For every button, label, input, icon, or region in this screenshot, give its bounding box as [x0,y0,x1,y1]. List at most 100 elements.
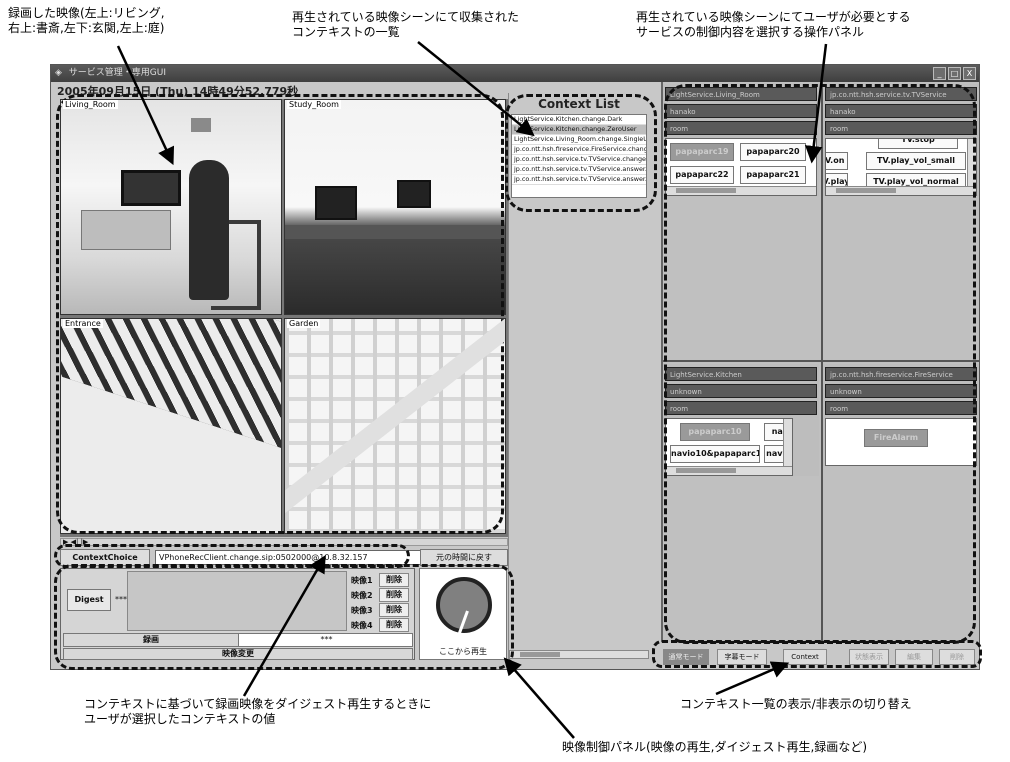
service-user: hanako [825,104,977,118]
context-item[interactable]: jp.co.ntt.hsh.fireservice.FireService.ch… [512,145,646,155]
video-grid: Living_Room Study_Room Entrance Garden [60,99,508,537]
context-choice-value: VPhoneRecClient.change.sip:0502000@10.8.… [159,553,368,562]
record-bar: 録画 *** [63,633,413,647]
context-choice-select[interactable]: VPhoneRecClient.change.sip:0502000@10.8.… [155,550,455,565]
video-seekbar[interactable]: ▶ ◀| |▶ [60,538,508,546]
camera-delete-button[interactable]: 削除 [379,603,409,617]
context-list[interactable]: LightService.Kitchen.change.Dark LightSe… [511,114,647,198]
tile-label: Living_Room [63,100,118,109]
service-panel-living-light: LightService.Living_Room hanako room pap… [663,84,819,196]
title-bar: ◈ サービス管理・専用GUI _ □ X [51,65,979,82]
vertical-scrollbar[interactable] [783,419,792,467]
service-button[interactable]: papaparc21 [740,166,806,184]
service-panel-fire: jp.co.ntt.hsh.fireservice.FireService un… [823,364,979,466]
scroll-thumb[interactable] [676,188,736,193]
rewind-button[interactable]: 元の時間に戻す [420,549,508,566]
television [121,170,181,206]
video-tile-study-room[interactable]: Study_Room [284,99,506,315]
camera-delete-button[interactable]: 削除 [379,573,409,587]
annotation-line: 再生されている映像シーンにてユーザが必要とする [636,10,911,24]
vertical-scrollbar[interactable] [967,139,976,187]
camera-row: 映像4 削除 [351,618,411,632]
camera-row: 映像3 削除 [351,603,411,617]
tab-normal-mode[interactable]: 通常モード [663,649,709,665]
minimize-button[interactable]: _ [933,67,946,80]
service-button[interactable]: papaparc19 [670,143,734,161]
app-icon: ◈ [55,68,62,78]
annotation-line: 右上:書斎,左下:玄関,左上:庭) [8,21,165,35]
scroll-thumb[interactable] [676,468,736,473]
context-list-panel: Context List LightService.Kitchen.change… [508,93,649,663]
horizontal-scrollbar[interactable] [826,186,976,195]
service-button-box: FireAlarm [825,418,977,466]
tile-label: Study_Room [287,100,341,109]
record-button[interactable]: 録画 [64,634,239,646]
annotation-context-value: コンテキストに基づいて録画映像をダイジェスト再生するときに ユーザが選択したコン… [84,697,431,727]
tab-caption-mode[interactable]: 字幕モード [717,649,767,665]
service-button[interactable]: TV.play_vol_small [866,152,966,170]
camera-delete-button[interactable]: 削除 [379,618,409,632]
dial-needle [457,610,469,635]
monitor [315,186,357,220]
service-button[interactable]: FireAlarm [864,429,928,447]
context-item[interactable]: LightService.Kitchen.change.ZeroUser [512,125,646,135]
video-tile-garden[interactable]: Garden [284,318,506,534]
service-control-area: LightService.Living_Room hanako room pap… [661,82,979,642]
mode-tab-row: 通常モード 字幕モード Context 状態表示 編集 削除 [659,647,979,667]
context-item[interactable]: LightService.Living_Room.change.SingleUs… [512,135,646,145]
monitor [397,180,431,208]
service-button[interactable]: papaparc10 [680,423,750,441]
context-choice-button[interactable]: ContextChoice [60,549,150,566]
tab-context-toggle[interactable]: Context [783,649,827,665]
maximize-button[interactable]: □ [948,67,961,80]
dial-label: ここから再生 [439,647,487,656]
context-item[interactable]: LightService.Kitchen.change.Dark [512,115,646,125]
context-item[interactable]: jp.co.ntt.hsh.service.tv.TVService.answe… [512,165,646,175]
close-button[interactable]: X [963,67,976,80]
video-control-panel: Digest *** 映像1 削除 映像2 削除 映像3 削除 映像4 削除 録… [60,568,415,660]
camera-row: 映像1 削除 [351,573,411,587]
playback-dial[interactable] [436,577,492,635]
scroll-thumb[interactable] [836,188,896,193]
service-button-box: TV.stop TV.on TV.play_vol_small TV.play … [825,138,977,196]
service-place: room [665,121,817,135]
service-button[interactable]: TV.on [826,152,848,170]
arrow-video-control [503,657,575,739]
camera-delete-button[interactable]: 削除 [379,588,409,602]
service-name: jp.co.ntt.hsh.fireservice.FireService [825,367,977,381]
annotation-line: コンテキストの一覧 [292,25,400,39]
context-item[interactable]: jp.co.ntt.hsh.service.tv.TVService.chang… [512,155,646,165]
record-marker: *** [320,635,333,644]
tab-delete[interactable]: 削除 [939,649,975,665]
context-list-scrollbar[interactable] [509,650,649,659]
rewind-wrapper: 元の時間に戻す [420,549,508,566]
service-button[interactable]: TV.stop [878,139,958,149]
service-user: unknown [825,384,977,398]
annotation-service-panel: 再生されている映像シーンにてユーザが必要とする サービスの制御内容を選択する操作… [636,10,910,40]
service-button[interactable]: navio10&papaparc11 [670,445,760,463]
tab-status[interactable]: 状態表示 [849,649,889,665]
video-tile-entrance[interactable]: Entrance [60,318,282,534]
wall-sign [191,118,211,132]
annotation-line: コンテキストに基づいて録画映像をダイジェスト再生するときに [84,697,432,711]
service-panel-kitchen-light: LightService.Kitchen unknown room papapa… [663,364,819,476]
horizontal-scrollbar[interactable] [666,186,816,195]
digest-area [127,571,347,631]
camera-name: 映像3 [351,606,373,615]
camera-row: 映像2 削除 [351,588,411,602]
service-place: room [825,401,977,415]
tab-edit[interactable]: 編集 [895,649,933,665]
service-button[interactable]: papaparc20 [740,143,806,161]
digest-marker: *** [115,595,127,604]
service-place: room [825,121,977,135]
context-item[interactable]: jp.co.ntt.hsh.service.tv.TVService.answe… [512,175,646,185]
horizontal-scrollbar[interactable] [666,466,792,475]
service-button-box: papaparc19 papaparc20 papaparc22 papapar… [665,138,817,196]
switch-video-button[interactable]: 映像変更 [63,648,413,660]
panel-divider [663,360,979,362]
digest-button[interactable]: Digest [67,589,111,611]
scroll-thumb[interactable] [520,652,560,657]
service-button[interactable]: papaparc22 [670,166,734,184]
desk [285,225,505,239]
video-tile-living-room[interactable]: Living_Room [60,99,282,315]
